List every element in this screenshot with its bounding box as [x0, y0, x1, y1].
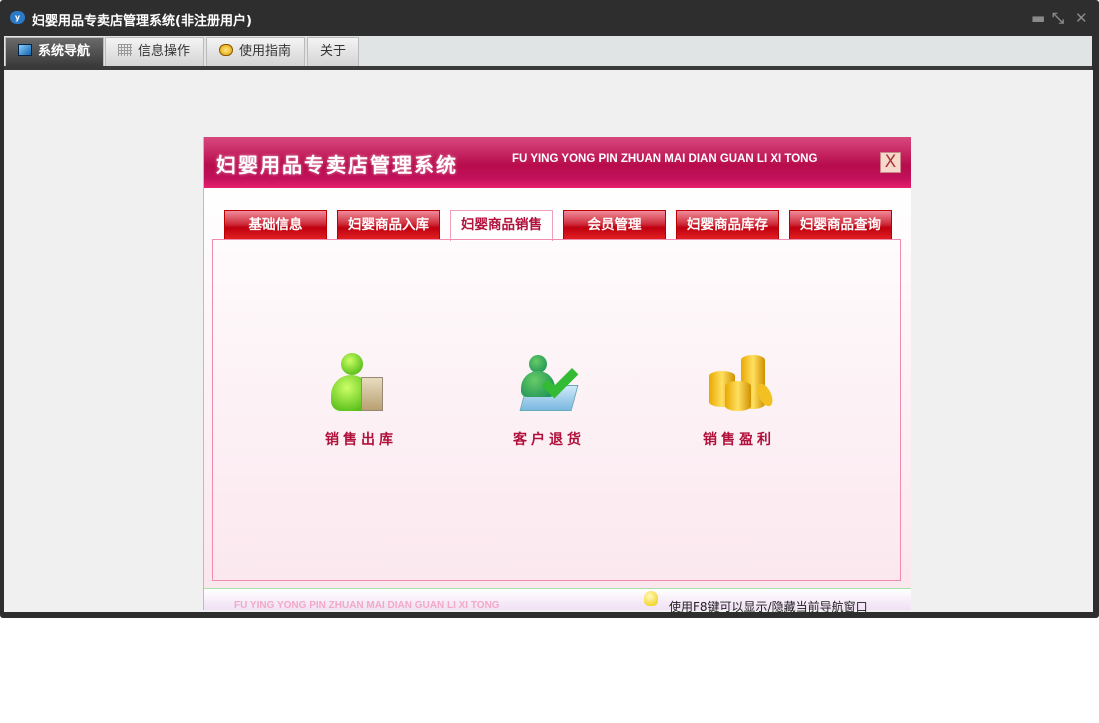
app-logo-icon: y — [10, 11, 25, 24]
customer-return-button[interactable]: 客户退货 — [479, 351, 619, 449]
footer-pinyin: FU YING YONG PIN ZHUAN MAI DIAN GUAN LI … — [234, 600, 500, 611]
user-return-icon — [509, 351, 589, 421]
tab-goods-inventory[interactable]: 妇婴商品库存 — [676, 210, 779, 240]
tab-user-guide[interactable]: 使用指南 — [206, 37, 305, 66]
tab-system-navigation[interactable]: 系统导航 — [5, 37, 104, 66]
tab-label: 系统导航 — [38, 44, 91, 59]
restore-button[interactable]: ⤡ — [1052, 9, 1064, 27]
tab-goods-sales[interactable]: 妇婴商品销售 — [450, 210, 553, 241]
help-icon — [219, 44, 233, 56]
tab-member-management[interactable]: 会员管理 — [563, 210, 666, 240]
user-shopping-bag-icon — [321, 351, 401, 421]
monitor-icon — [18, 44, 32, 56]
panel-close-button[interactable]: X — [880, 152, 901, 173]
tab-label: 关于 — [320, 44, 347, 59]
close-button[interactable]: ✕ — [1075, 9, 1088, 27]
title-bar: y 妇婴用品专卖店管理系统(非注册用户) ▬ ⤡ ✕ — [0, 0, 1099, 36]
panel-pinyin: FU YING YONG PIN ZHUAN MAI DIAN GUAN LI … — [512, 153, 818, 165]
sales-outbound-button[interactable]: 销售出库 — [291, 351, 431, 449]
tab-label: 使用指南 — [239, 44, 292, 59]
tab-goods-query[interactable]: 妇婴商品查询 — [789, 210, 892, 240]
panel-title: 妇婴用品专卖店管理系统 — [216, 153, 458, 177]
tab-goods-stock-in[interactable]: 妇婴商品入库 — [337, 210, 440, 240]
window-title: 妇婴用品专卖店管理系统(非注册用户) — [32, 14, 252, 29]
panel-header: 妇婴用品专卖店管理系统 FU YING YONG PIN ZHUAN MAI D… — [204, 137, 911, 188]
panel-footer: FU YING YONG PIN ZHUAN MAI DIAN GUAN LI … — [204, 589, 911, 614]
minimize-button[interactable]: ▬ — [1031, 9, 1045, 27]
tab-info-operation[interactable]: 信息操作 — [105, 37, 204, 66]
app-window: y 妇婴用品专卖店管理系统(非注册用户) ▬ ⤡ ✕ 系统导航 信息操作 使用指… — [0, 0, 1099, 618]
main-tab-strip: 系统导航 信息操作 使用指南 关于 — [4, 36, 1092, 66]
function-label: 销售盈利 — [703, 432, 775, 448]
tab-label: 信息操作 — [138, 44, 191, 59]
sales-profit-button[interactable]: 销售盈利 — [669, 351, 809, 449]
lightbulb-icon — [644, 591, 658, 610]
tab-about[interactable]: 关于 — [307, 37, 359, 66]
grid-icon — [118, 44, 132, 56]
hint-text: 使用F8键可以显示/隐藏当前导航窗口 — [669, 600, 868, 614]
navigation-panel: 妇婴用品专卖店管理系统 FU YING YONG PIN ZHUAN MAI D… — [203, 137, 911, 614]
function-label: 客户退货 — [513, 432, 585, 448]
gold-coins-icon — [699, 351, 779, 421]
tab-basic-info[interactable]: 基础信息 — [224, 210, 327, 240]
function-label: 销售出库 — [325, 432, 397, 448]
